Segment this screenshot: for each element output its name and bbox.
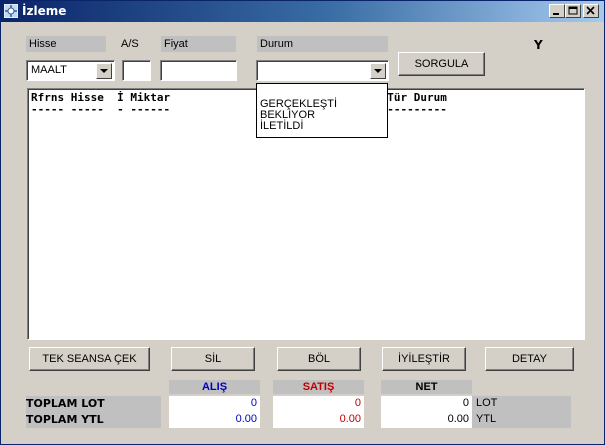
satis-lot-value: 0: [273, 396, 364, 412]
hisse-dropdown-button[interactable]: [96, 63, 112, 79]
detay-label: DETAY: [511, 353, 548, 365]
net-header: NET: [381, 380, 472, 394]
minimize-icon: [553, 13, 559, 15]
y-indicator: Y: [534, 38, 543, 52]
sorgula-button-label: SORGULA: [414, 58, 469, 70]
maximize-icon: [568, 6, 578, 15]
close-button[interactable]: [583, 4, 599, 18]
izleme-window: İzleme Hisse A/S Fiyat Durum Y MAALT SOR…: [0, 0, 605, 445]
title-bar[interactable]: İzleme: [1, 1, 604, 22]
minimize-button[interactable]: [549, 4, 565, 18]
detay-button[interactable]: DETAY: [485, 347, 574, 371]
durum-dropdown-list[interactable]: GERÇEKLEŞTİ BEKLİYOR İLETİLDİ: [256, 83, 388, 138]
sil-label: SİL: [204, 353, 222, 365]
net-lot-value: 0: [381, 396, 472, 412]
as-label: A/S: [121, 38, 139, 50]
toplam-lot-label: TOPLAM LOT: [26, 397, 105, 410]
lot-unit-label: LOT: [472, 396, 571, 412]
alis-lot-value: 0: [169, 396, 260, 412]
maximize-button[interactable]: [565, 4, 581, 18]
results-underline-left: ----- ----- - ------: [31, 103, 171, 116]
durum-option-iletildi[interactable]: İLETİLDİ: [260, 121, 303, 132]
iyilestir-button[interactable]: İYİLEŞTİR: [382, 347, 466, 371]
alis-ytl-value: 0.00: [169, 412, 260, 428]
chevron-down-icon: [374, 69, 382, 73]
bol-button[interactable]: BÖL: [277, 347, 361, 371]
close-icon: [586, 6, 595, 15]
tek-seansa-cek-label: TEK SEANSA ÇEK: [42, 353, 137, 365]
hisse-label: Hisse: [26, 36, 106, 52]
bol-label: BÖL: [307, 353, 330, 365]
results-header: Rfrns Hisse İ Miktar S Tür Durum ----- --…: [31, 92, 447, 116]
hisse-select[interactable]: MAALT: [26, 60, 115, 81]
fiyat-label: Fiyat: [161, 36, 236, 52]
window-title: İzleme: [22, 4, 67, 18]
as-input[interactable]: [122, 60, 151, 81]
sorgula-button[interactable]: SORGULA: [398, 52, 485, 76]
hisse-select-value: MAALT: [31, 64, 67, 76]
fiyat-input[interactable]: [160, 60, 237, 81]
ytl-unit-label: YTL: [472, 412, 571, 428]
alis-header: ALIŞ: [169, 380, 260, 394]
app-icon: [4, 4, 18, 18]
toplam-ytl-label: TOPLAM YTL: [26, 413, 104, 426]
durum-dropdown-button[interactable]: [370, 63, 386, 79]
tek-seansa-cek-button[interactable]: TEK SEANSA ÇEK: [29, 347, 150, 371]
durum-label: Durum: [257, 36, 388, 52]
net-ytl-value: 0.00: [381, 412, 472, 428]
iyilestir-label: İYİLEŞTİR: [398, 353, 450, 365]
satis-ytl-value: 0.00: [273, 412, 364, 428]
chevron-down-icon: [100, 69, 108, 73]
satis-header: SATIŞ: [273, 380, 364, 394]
sil-button[interactable]: SİL: [171, 347, 255, 371]
durum-select[interactable]: [256, 60, 389, 81]
